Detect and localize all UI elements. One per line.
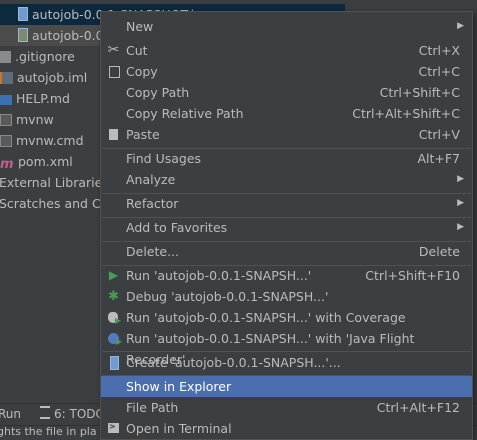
tree-item-external-libraries[interactable]: External Libraries	[0, 172, 109, 193]
menu-item-shortcut: Alt+F7	[417, 151, 460, 166]
menu-item-new[interactable]: New ▶	[101, 16, 472, 37]
menu-item-label: Add to Favorites	[126, 220, 228, 235]
menu-item-run-with-jfr[interactable]: ▶ Run 'autojob-0.0.1-SNAPSH...' with 'Ja…	[101, 328, 472, 367]
menu-item-shortcut: Ctrl+V	[418, 127, 460, 142]
profiler-icon: ▶	[107, 332, 122, 346]
menu-item-shortcut: Ctrl+Alt+Shift+C	[352, 106, 460, 121]
jar-icon	[18, 7, 28, 21]
menu-item-shortcut: Delete	[418, 244, 460, 259]
debug-icon: ✱	[108, 289, 119, 304]
jar-icon	[18, 28, 28, 42]
cmd-file-icon	[0, 135, 12, 147]
context-menu: New ▶ ✂ Cut Ctrl+X Copy Ctrl+C Copy Path…	[100, 11, 473, 440]
tree-item-label: autojob.iml	[17, 70, 88, 85]
submenu-arrow-icon: ▶	[457, 21, 464, 31]
terminal-icon: >	[107, 422, 120, 435]
markdown-file-icon	[0, 95, 12, 105]
menu-item-shortcut: Ctrl+Shift+F10	[365, 268, 460, 283]
menu-item-label: Show in Explorer	[126, 379, 232, 394]
menu-item-copy-path[interactable]: Copy Path Ctrl+Shift+C	[101, 82, 472, 103]
script-file-icon	[0, 114, 12, 126]
menu-item-copy-relative-path[interactable]: Copy Relative Path Ctrl+Alt+Shift+C	[101, 103, 472, 124]
menu-item-label: Copy	[126, 64, 158, 79]
menu-item-label: New	[126, 19, 154, 34]
tree-item-label: HELP.md	[16, 91, 70, 106]
menu-item-label: Debug 'autojob-0.0.1-SNAPSH...'	[126, 289, 329, 304]
menu-item-label: Refactor	[126, 196, 179, 211]
menu-item-label: Run 'autojob-0.0.1-SNAPSH...' with Cover…	[126, 310, 406, 325]
maven-file-icon: m	[0, 157, 14, 172]
menu-item-label: Copy Relative Path	[126, 106, 244, 121]
gitignore-file-icon	[0, 51, 11, 63]
menu-item-shortcut: Ctrl+C	[418, 64, 460, 79]
todo-label: 6: TODO	[54, 407, 105, 421]
menu-item-run-with-coverage[interactable]: ▶ Run 'autojob-0.0.1-SNAPSH...' with Cov…	[101, 307, 472, 328]
menu-item-label: Open in Terminal	[126, 421, 232, 436]
status-text: ghts the file in pla	[0, 425, 97, 438]
tree-item-label: .gitignore	[15, 49, 75, 64]
menu-item-shortcut: Ctrl+Shift+C	[379, 85, 460, 100]
scissors-icon: ✂	[107, 42, 120, 58]
menu-item-shortcut: Ctrl+X	[418, 43, 460, 58]
copy-icon	[107, 65, 120, 78]
tree-item-jar[interactable]: autojob-0.0	[0, 25, 110, 46]
tree-item-scratches[interactable]: Scratches and Cor	[0, 193, 113, 214]
submenu-arrow-icon: ▶	[457, 222, 464, 232]
submenu-arrow-icon: ▶	[457, 198, 464, 208]
run-tool-button[interactable]: Run	[0, 404, 21, 425]
menu-item-label: Analyze	[126, 172, 176, 187]
tree-item-label: mvnw	[16, 112, 54, 127]
menu-item-run[interactable]: ▶ Run 'autojob-0.0.1-SNAPSH...' Ctrl+Shi…	[101, 265, 472, 286]
menu-item-label: Cut	[126, 43, 148, 58]
iml-file-icon	[0, 72, 13, 84]
coverage-icon: ▶	[107, 311, 121, 325]
menu-item-label: Run 'autojob-0.0.1-SNAPSH...'	[126, 268, 312, 283]
menu-item-shortcut: Ctrl+Alt+F12	[376, 400, 460, 415]
create-config-icon	[107, 356, 120, 370]
tree-item-label: External Libraries	[0, 175, 109, 190]
menu-item-label: Copy Path	[126, 85, 190, 100]
menu-item-find-usages[interactable]: Find Usages Alt+F7	[101, 148, 472, 169]
tree-item-label: autojob-0.0	[32, 28, 104, 43]
menu-item-label: Delete...	[126, 244, 179, 259]
submenu-arrow-icon: ▶	[457, 174, 464, 184]
menu-item-label: Paste	[126, 127, 160, 142]
menu-item-delete[interactable]: Delete... Delete	[101, 241, 472, 262]
run-icon: ▶	[108, 268, 119, 282]
menu-item-file-path[interactable]: File Path Ctrl+Alt+F12	[101, 397, 472, 418]
menu-item-show-in-explorer[interactable]: Show in Explorer	[101, 376, 472, 397]
menu-item-open-in-terminal[interactable]: > Open in Terminal	[101, 418, 472, 439]
todo-tool-button[interactable]: 6: TODO	[40, 404, 105, 425]
menu-item-debug[interactable]: ✱ Debug 'autojob-0.0.1-SNAPSH...'	[101, 286, 472, 307]
tree-item-label: mvnw.cmd	[16, 133, 84, 148]
tree-item-label: Scratches and Cor	[0, 196, 114, 211]
menu-item-cut[interactable]: ✂ Cut Ctrl+X	[101, 40, 472, 61]
paste-icon	[107, 128, 120, 141]
menu-item-label: Find Usages	[126, 151, 202, 166]
menu-item-refactor[interactable]: Refactor ▶	[101, 193, 472, 214]
tree-item-label: pom.xml	[18, 154, 73, 169]
menu-item-copy[interactable]: Copy Ctrl+C	[101, 61, 472, 82]
menu-item-create-configuration[interactable]: Create 'autojob-0.0.1-SNAPSH...'...	[101, 352, 472, 373]
menu-item-label: Create 'autojob-0.0.1-SNAPSH...'...	[126, 355, 341, 370]
menu-item-add-to-favorites[interactable]: Add to Favorites ▶	[101, 217, 472, 238]
menu-item-paste[interactable]: Paste Ctrl+V	[101, 124, 472, 145]
todo-icon	[40, 406, 50, 419]
menu-item-label: File Path	[126, 400, 179, 415]
menu-item-analyze[interactable]: Analyze ▶	[101, 169, 472, 190]
